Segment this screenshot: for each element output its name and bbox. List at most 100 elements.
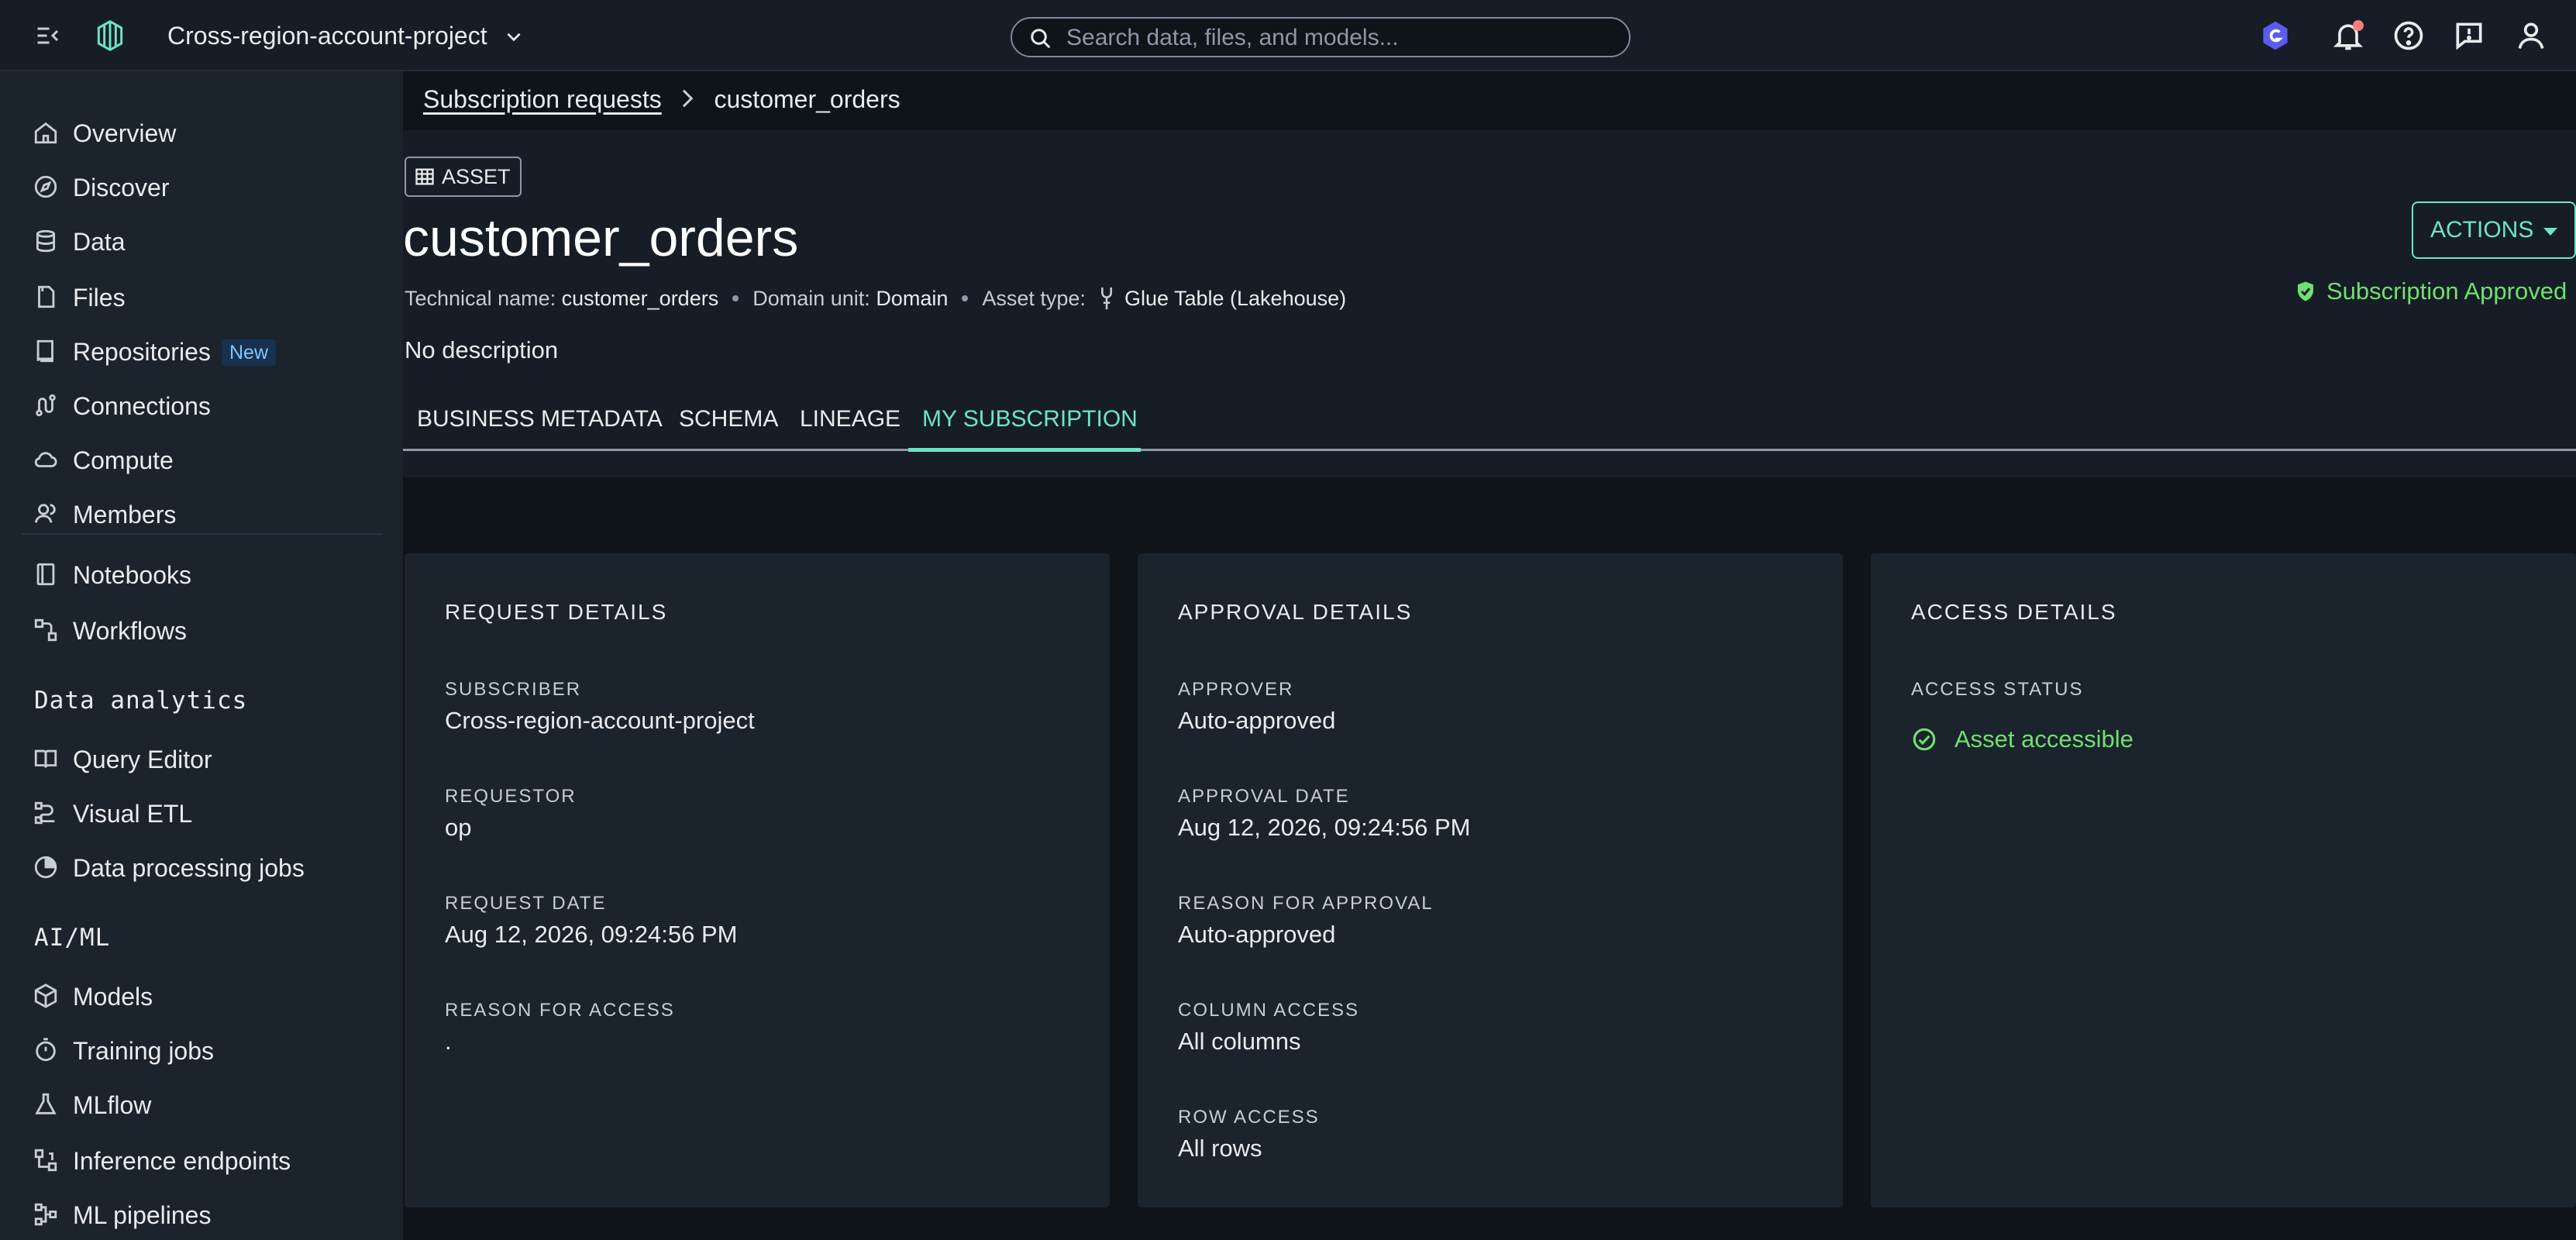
table-icon [415,168,434,185]
sidebar-item-label: Workflows [73,617,187,645]
home-icon [34,122,57,144]
user-profile-icon[interactable] [2514,19,2548,53]
sidebar-item-compute[interactable]: Compute [0,437,403,484]
domain-unit-label: Domain unit: [752,286,870,310]
reason-for-approval-label: REASON FOR APPROVAL [1178,893,1434,914]
database-icon [36,229,56,253]
sidebar-item-data[interactable]: Data [0,219,403,265]
sidebar-item-label: Overview [73,119,177,147]
search-icon [1031,29,1051,49]
feedback-icon[interactable] [2452,19,2486,53]
pie-icon [34,856,57,879]
sidebar-item-label: Data [73,228,126,256]
collapse-menu-icon[interactable] [34,22,62,50]
project-name[interactable]: Cross-region-account-project [167,22,487,50]
sidebar-item-label: Notebooks [73,561,191,589]
card-title: APPROVAL DETAILS [1178,600,1413,624]
sidebar-item-mlflow[interactable]: MLflow [0,1082,403,1128]
tab-bar: BUSINESS METADATA SCHEMA LINEAGE MY SUBS… [403,401,2576,452]
sidebar-item-repositories[interactable]: Repositories New [0,329,403,375]
sidebar-item-inference-endpoints[interactable]: Inference endpoints [0,1138,403,1184]
tab-lineage[interactable]: LINEAGE [800,401,901,451]
sidebar-item-data-processing-jobs[interactable]: Data processing jobs [0,845,403,891]
column-access-label: COLUMN ACCESS [1178,1000,1360,1021]
stopwatch-icon [36,1038,56,1062]
asset-type-value: Glue Table (Lakehouse) [1124,286,1347,310]
book-open-icon [34,749,57,768]
sidebar-item-label: Data processing jobs [73,854,305,882]
sidebar-divider [22,533,383,535]
page-title: customer_orders [403,208,799,267]
endpoint-icon [34,1149,57,1172]
sidebar-item-notebooks[interactable]: Notebooks [0,552,403,598]
actions-button-label: ACTIONS [2430,217,2534,243]
asset-type-label: Asset type: [982,286,1086,310]
sidebar-item-label: MLflow [73,1091,152,1119]
sidebar-item-models[interactable]: Models [0,973,403,1020]
card-title: ACCESS DETAILS [1911,600,2117,624]
reason-for-access-label: REASON FOR ACCESS [445,1000,675,1021]
sidebar-item-label: Visual ETL [73,800,193,828]
breadcrumb: Subscription requests customer_orders [423,85,901,114]
sidebar-item-training-jobs[interactable]: Training jobs [0,1028,403,1074]
sidebar-item-label: Files [73,284,126,312]
approver-label: APPROVER [1178,679,1294,700]
users-icon [34,504,56,523]
notifications-button[interactable] [2331,19,2365,53]
sidebar-item-members[interactable]: Members [0,491,403,538]
plug-icon [36,394,56,417]
subscription-status-label: Subscription Approved [2326,277,2567,305]
sidebar-item-overview[interactable]: Overview [0,110,403,157]
breadcrumb-link-subscription-requests[interactable]: Subscription requests [423,85,662,113]
tab-schema[interactable]: SCHEMA [679,401,778,451]
sidebar-item-ml-pipelines[interactable]: ML pipelines [0,1192,403,1238]
subscriber-label: SUBSCRIBER [445,679,582,700]
sidebar-item-files[interactable]: Files [0,274,403,321]
access-status-value: Asset accessible [1954,725,2133,753]
breadcrumb-current: customer_orders [714,85,901,113]
section-title-data-analytics: Data analytics [34,687,248,715]
sidebar-item-visual-etl[interactable]: Visual ETL [0,790,403,837]
sidebar: Overview Discover Data Files Repositorie… [0,71,403,1240]
tab-my-subscription[interactable]: MY SUBSCRIPTION [922,401,1138,451]
actions-button[interactable]: ACTIONS [2412,202,2576,259]
approval-date-value: Aug 12, 2026, 09:24:56 PM [1178,814,1471,841]
asset-metadata-row: Technical name: customer_orders Domain u… [405,285,1346,312]
request-date-label: REQUEST DATE [445,893,607,914]
app-logo-icon[interactable] [93,19,127,53]
separator-dot [962,295,969,301]
request-details-card: REQUEST DETAILS SUBSCRIBER Cross-region-… [405,553,1110,1207]
help-icon[interactable] [2392,19,2426,53]
assistant-icon[interactable] [2258,19,2292,53]
notebook-icon [36,563,55,586]
tab-business-metadata[interactable]: BUSINESS METADATA [417,401,663,451]
search-input[interactable] [1066,23,1609,53]
sidebar-item-label: Connections [73,392,211,420]
reason-for-approval-value: Auto-approved [1178,921,1336,948]
chevron-right-icon [675,89,693,108]
search-bar[interactable] [1011,17,1631,57]
flask-icon [35,1093,57,1114]
etl-icon [34,801,55,825]
notification-dot [2353,20,2364,31]
sidebar-item-workflows[interactable]: Workflows [0,608,403,654]
column-access-value: All columns [1178,1028,1301,1055]
asset-type-tag: ASSET [405,157,522,197]
chevron-down-icon[interactable] [504,26,524,46]
pipeline-icon [34,1203,57,1226]
access-status: Asset accessible [1911,725,2133,753]
sidebar-item-connections[interactable]: Connections [0,383,403,429]
approval-details-card: APPROVAL DETAILS APPROVER Auto-approved … [1138,553,1843,1207]
sidebar-item-discover[interactable]: Discover [0,164,403,211]
sidebar-item-label: Repositories [73,338,211,366]
sidebar-item-label: Inference endpoints [73,1147,291,1175]
access-status-label: ACCESS STATUS [1911,679,2084,700]
sidebar-item-label: Discover [73,174,170,202]
technical-name-label: Technical name: [405,286,556,310]
new-badge: New [222,339,277,366]
check-circle-icon [1913,728,1936,751]
workflow-icon [34,618,57,642]
sidebar-item-label: Models [73,983,153,1011]
sidebar-item-query-editor[interactable]: Query Editor [0,736,403,783]
approver-value: Auto-approved [1178,707,1336,734]
